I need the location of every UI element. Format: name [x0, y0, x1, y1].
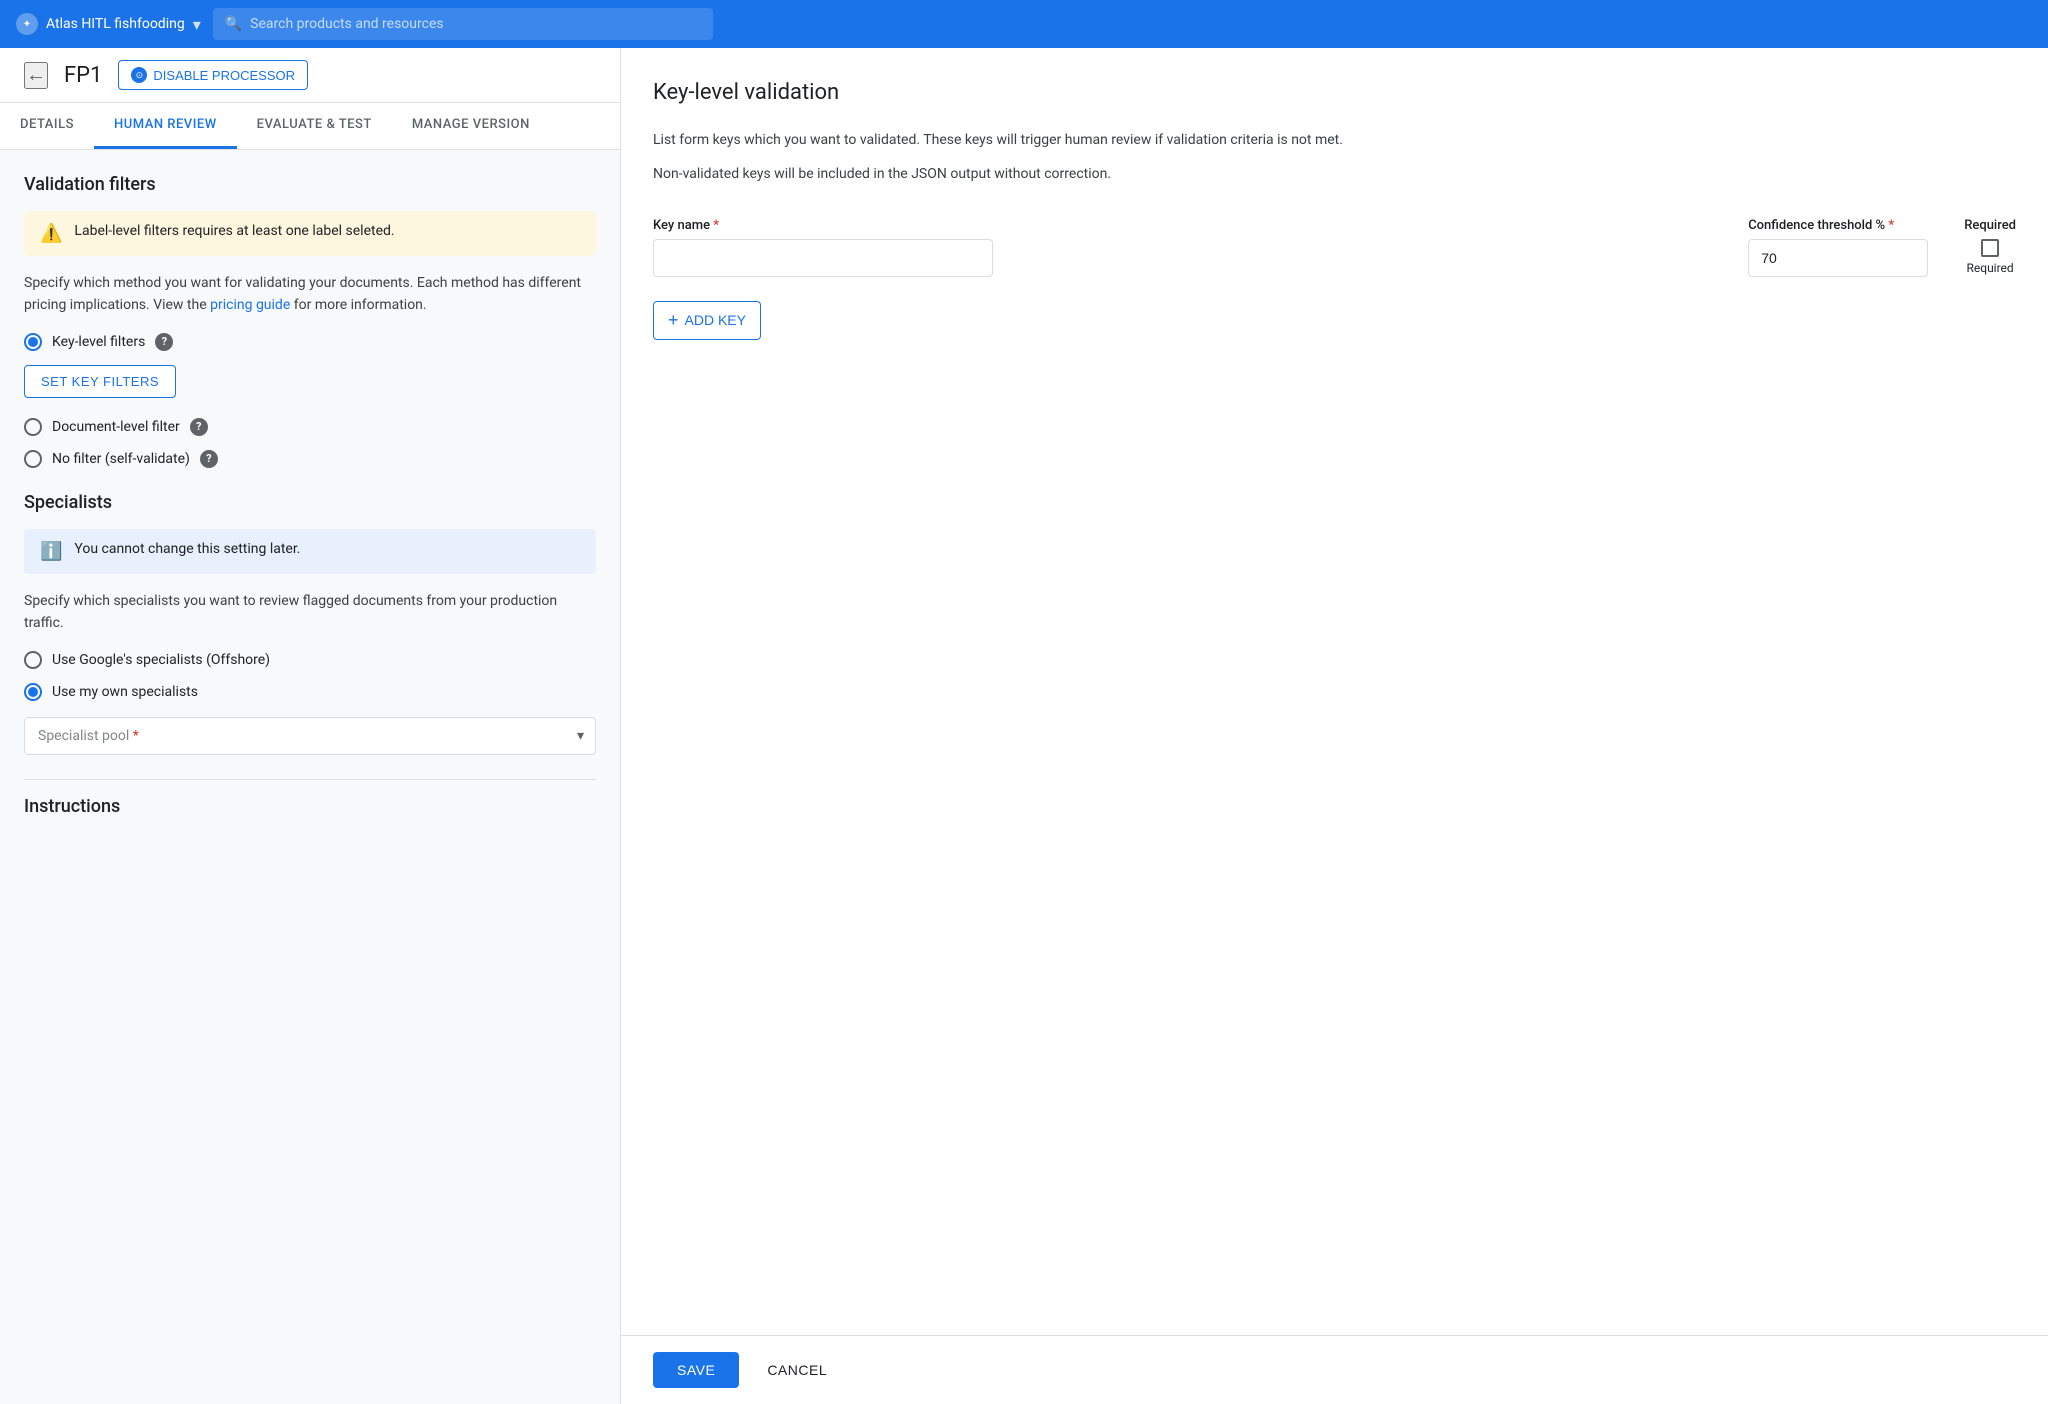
nav-logo-text: Atlas HITL fishfooding — [46, 16, 185, 32]
right-panel: Key-level validation List form keys whic… — [620, 48, 2048, 1404]
add-key-button[interactable]: + ADD KEY — [653, 301, 761, 340]
key-name-label-text: Key name — [653, 218, 710, 233]
logo-icon: ✦ — [16, 13, 38, 35]
specialists-title: Specialists — [24, 492, 596, 513]
radio-document-level[interactable]: Document-level filter ? — [24, 418, 596, 436]
add-key-label: ADD KEY — [685, 312, 746, 328]
alert-box: ⚠️ Label-level filters requires at least… — [24, 211, 596, 256]
content-area: Validation filters ⚠️ Label-level filter… — [0, 150, 620, 1404]
confidence-required-star: * — [1888, 218, 1894, 233]
radio-own-inner — [28, 687, 38, 697]
sub-header: ← FP1 ⊙ DISABLE PROCESSOR — [0, 48, 620, 103]
radio-document-level-label: Document-level filter — [52, 419, 180, 435]
radio-own-input[interactable] — [24, 683, 42, 701]
confidence-label-text: Confidence threshold % — [1748, 218, 1885, 233]
key-name-field: Key name * — [653, 218, 1732, 277]
disable-button-label: DISABLE PROCESSOR — [153, 68, 295, 83]
validation-filters-section: Validation filters ⚠️ Label-level filter… — [24, 174, 596, 468]
key-name-required-star: * — [713, 218, 719, 233]
tab-human-review[interactable]: HUMAN REVIEW — [94, 103, 237, 149]
specialist-pool-wrapper[interactable]: Specialist pool * ▾ — [24, 717, 596, 755]
search-icon: 🔍 — [225, 16, 242, 32]
radio-key-level-input[interactable] — [24, 333, 42, 351]
tab-evaluate-test[interactable]: EVALUATE & TEST — [237, 103, 392, 149]
key-level-help-icon[interactable]: ? — [155, 333, 173, 351]
required-column-label: Required — [1964, 218, 2016, 233]
top-navigation: ✦ Atlas HITL fishfooding ▾ 🔍 Search prod… — [0, 0, 2048, 48]
key-name-input[interactable] — [653, 239, 993, 277]
radio-no-filter-input[interactable] — [24, 450, 42, 468]
confidence-input[interactable] — [1748, 239, 1928, 277]
info-icon: ℹ️ — [40, 541, 62, 562]
specialist-pool-select[interactable] — [24, 717, 596, 755]
alert-message: Label-level filters requires at least on… — [74, 223, 394, 239]
no-filter-help-icon[interactable]: ? — [200, 450, 218, 468]
panel-content: Key-level validation List form keys whic… — [621, 48, 2048, 1335]
info-box: ℹ️ You cannot change this setting later. — [24, 529, 596, 574]
radio-key-level-label: Key-level filters — [52, 334, 145, 350]
document-level-help-icon[interactable]: ? — [190, 418, 208, 436]
description-suffix: for more information. — [294, 297, 427, 313]
tab-manage-version[interactable]: MANAGE VERSION — [392, 103, 550, 149]
pricing-guide-link[interactable]: pricing guide — [210, 297, 290, 313]
checkbox-label: Required — [1966, 261, 2013, 275]
specialists-section: Specialists ℹ️ You cannot change this se… — [24, 492, 596, 755]
radio-key-level-filters[interactable]: Key-level filters ? — [24, 333, 596, 351]
cancel-button[interactable]: CANCEL — [751, 1352, 843, 1388]
radio-own-label: Use my own specialists — [52, 684, 198, 700]
required-checkbox[interactable] — [1981, 239, 1999, 257]
plus-icon: + — [668, 310, 679, 331]
radio-document-level-input[interactable] — [24, 418, 42, 436]
search-bar[interactable]: 🔍 Search products and resources — [213, 8, 713, 40]
panel-description-1: List form keys which you want to validat… — [653, 129, 2016, 151]
search-placeholder: Search products and resources — [250, 16, 443, 32]
disable-icon: ⊙ — [131, 67, 147, 83]
page-layout: ← FP1 ⊙ DISABLE PROCESSOR DETAILS HUMAN … — [0, 48, 2048, 1404]
chevron-down-icon: ▾ — [577, 728, 584, 744]
radio-no-filter[interactable]: No filter (self-validate) ? — [24, 450, 596, 468]
form-row: Key name * Confidence threshold % * Requ… — [653, 218, 2016, 277]
disable-processor-button[interactable]: ⊙ DISABLE PROCESSOR — [118, 60, 308, 90]
set-key-filters-button[interactable]: SET KEY FILTERS — [24, 365, 176, 398]
confidence-field: Confidence threshold % * — [1748, 218, 1948, 277]
instructions-divider: Instructions — [24, 779, 596, 817]
warning-icon: ⚠️ — [40, 223, 62, 244]
validation-filters-title: Validation filters — [24, 174, 596, 195]
key-name-label: Key name * — [653, 218, 1732, 233]
panel-footer: SAVE CANCEL — [621, 1335, 2048, 1404]
nav-chevron-icon[interactable]: ▾ — [193, 15, 201, 34]
panel-title: Key-level validation — [653, 80, 2016, 105]
radio-key-level-inner — [28, 337, 38, 347]
radio-google-label: Use Google's specialists (Offshore) — [52, 652, 270, 668]
info-message: You cannot change this setting later. — [74, 541, 300, 557]
required-field: Required Required — [1964, 218, 2016, 275]
nav-logo[interactable]: ✦ Atlas HITL fishfooding ▾ — [16, 13, 201, 35]
panel-description-2: Non-validated keys will be included in t… — [653, 163, 2016, 185]
left-panel: ← FP1 ⊙ DISABLE PROCESSOR DETAILS HUMAN … — [0, 48, 620, 1404]
tab-details[interactable]: DETAILS — [0, 103, 94, 149]
checkbox-wrapper: Required — [1966, 239, 2013, 275]
radio-own-specialists[interactable]: Use my own specialists — [24, 683, 596, 701]
radio-google-specialists[interactable]: Use Google's specialists (Offshore) — [24, 651, 596, 669]
instructions-title: Instructions — [24, 796, 596, 817]
validation-description: Specify which method you want for valida… — [24, 272, 596, 317]
tabs-bar: DETAILS HUMAN REVIEW EVALUATE & TEST MAN… — [0, 103, 620, 150]
radio-no-filter-label: No filter (self-validate) — [52, 451, 190, 467]
confidence-label: Confidence threshold % * — [1748, 218, 1948, 233]
page-title: FP1 — [64, 63, 102, 88]
radio-google-input[interactable] — [24, 651, 42, 669]
back-button[interactable]: ← — [24, 62, 48, 89]
specialists-description: Specify which specialists you want to re… — [24, 590, 596, 635]
save-button[interactable]: SAVE — [653, 1352, 739, 1388]
